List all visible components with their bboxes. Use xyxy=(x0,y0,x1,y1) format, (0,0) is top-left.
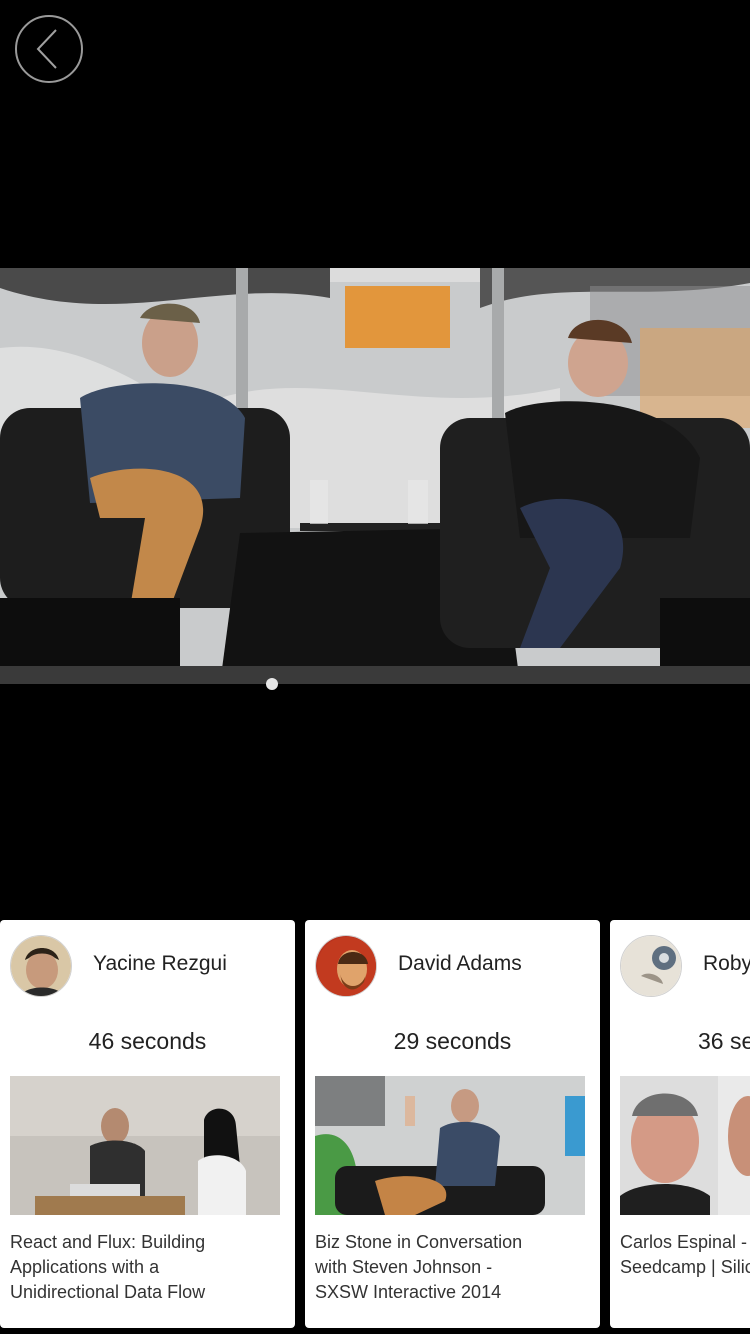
video-frame xyxy=(0,268,750,684)
duration: 36 se xyxy=(698,1028,750,1054)
video-title: React and Flux: Building Applications wi… xyxy=(10,1232,206,1302)
user-name: Yacine Rezgui xyxy=(93,952,227,975)
video-player[interactable] xyxy=(0,268,750,684)
duration: 46 seconds xyxy=(88,1028,207,1054)
user-name: Roby xyxy=(703,952,750,975)
user-name: David Adams xyxy=(398,952,522,975)
duration: 29 seconds xyxy=(393,1028,512,1054)
progress-indicator[interactable] xyxy=(266,678,278,690)
video-title: Carlos Espinal - Seedcamp | Silic xyxy=(620,1232,750,1277)
back-button[interactable] xyxy=(15,15,83,83)
video-thumbnail[interactable] xyxy=(315,1076,585,1215)
video-title: Biz Stone in Conversation with Steven Jo… xyxy=(315,1232,523,1302)
video-thumbnail[interactable] xyxy=(10,1076,280,1215)
video-carousel[interactable]: Yacine Rezgui 46 seconds React and Flux:… xyxy=(0,920,750,1334)
avatar xyxy=(10,935,72,997)
chevron-left-icon xyxy=(36,29,57,69)
avatar xyxy=(315,935,377,997)
video-thumbnail[interactable] xyxy=(620,1076,750,1215)
video-card[interactable]: Roby 36 se Carlos Espinal - Seedcamp | S… xyxy=(610,920,750,1328)
video-card[interactable]: David Adams 29 seconds Biz Stone in Conv… xyxy=(305,920,600,1328)
video-card[interactable]: Yacine Rezgui 46 seconds React and Flux:… xyxy=(0,920,295,1328)
avatar xyxy=(620,935,682,997)
